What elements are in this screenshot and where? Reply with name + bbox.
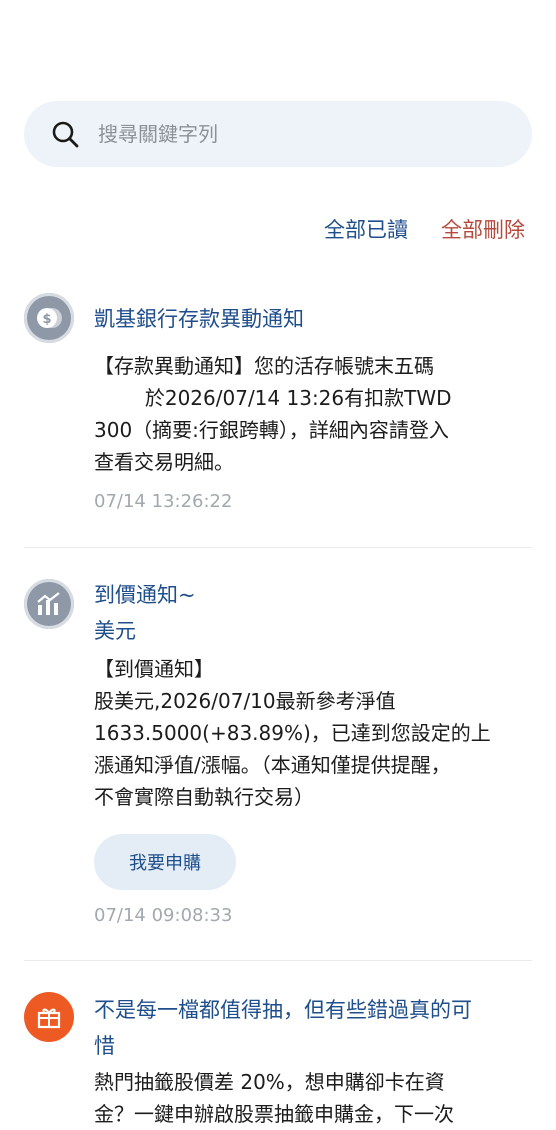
notification-body: 【存款異動通知】您的活存帳號末五碼 於2026/07/14 13:26有扣款TW… xyxy=(94,354,452,474)
dollar-coin-icon: $ xyxy=(37,308,62,328)
notification-title: 到價通知~ 美元 xyxy=(94,583,196,643)
notification-title: 不是每一檔都值得抽，但有些錯過真的可 惜 xyxy=(94,998,472,1058)
divider xyxy=(24,960,532,961)
promo-avatar xyxy=(24,992,74,1042)
svg-text:$: $ xyxy=(42,312,51,327)
notification-title: 凱基銀行存款異動通知 xyxy=(94,307,304,331)
subscribe-button[interactable]: 我要申購 xyxy=(94,834,236,890)
gift-icon xyxy=(37,1008,61,1029)
search-bar[interactable] xyxy=(24,101,532,167)
deposit-avatar: $ xyxy=(24,293,74,343)
notification-timestamp: 07/14 09:08:33 xyxy=(94,905,233,926)
bar-chart-icon xyxy=(37,592,60,615)
divider xyxy=(24,547,532,548)
search-icon xyxy=(52,121,79,148)
delete-all-button[interactable]: 全部刪除 xyxy=(441,214,525,244)
price-alert-avatar xyxy=(24,579,74,629)
notification-body: 【到價通知】 股美元,2026/07/10最新參考淨值 1633.5000(+8… xyxy=(94,657,491,809)
search-input[interactable] xyxy=(98,101,498,167)
mark-all-read-button[interactable]: 全部已讀 xyxy=(324,214,408,244)
notification-timestamp: 07/14 13:26:22 xyxy=(94,491,233,512)
notification-body: 熱門抽籤股價差 20%，想申購卻卡在資 金？一鍵申辦啟股票抽籤申購金，下一次 xyxy=(94,1070,454,1126)
